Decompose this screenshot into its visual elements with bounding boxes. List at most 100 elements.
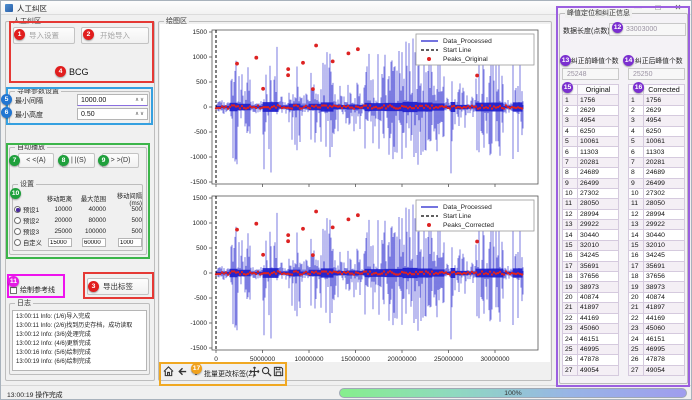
table-row[interactable]: 1228994 bbox=[563, 209, 619, 219]
preset-value: 100000 bbox=[72, 228, 106, 235]
min-height-input[interactable] bbox=[78, 111, 133, 118]
radio-icon[interactable] bbox=[14, 217, 21, 224]
preset-row[interactable]: 预设22000080000500 bbox=[14, 215, 142, 226]
table-row[interactable]: 2647878 bbox=[629, 355, 685, 365]
table-row[interactable]: 2244169 bbox=[563, 313, 619, 323]
radio-icon[interactable] bbox=[14, 228, 21, 235]
pause-button[interactable]: | |(S) bbox=[62, 153, 95, 168]
original-peaks-table[interactable]: Original11756226293495446250510061611303… bbox=[562, 84, 619, 376]
table-row[interactable]: 2647878 bbox=[563, 355, 619, 365]
table-row[interactable]: 1128050 bbox=[563, 199, 619, 209]
table-row[interactable]: 611303 bbox=[563, 147, 619, 157]
zoom-icon[interactable] bbox=[260, 365, 272, 378]
table-row[interactable]: 1329922 bbox=[629, 220, 685, 230]
table-row[interactable]: 11756 bbox=[563, 95, 619, 105]
table-row[interactable]: 510061 bbox=[629, 136, 685, 146]
preset-custom-input[interactable] bbox=[118, 238, 142, 247]
radio-icon[interactable] bbox=[14, 206, 21, 213]
table-row[interactable]: 1938973 bbox=[563, 282, 619, 292]
preset-row[interactable]: 自定义 bbox=[14, 237, 142, 248]
forward-icon[interactable] bbox=[189, 365, 201, 378]
table-row[interactable]: 1532010 bbox=[629, 240, 685, 250]
corrected-peaks-table[interactable]: Corrected1175622629349544625051006161130… bbox=[628, 84, 685, 376]
table-row[interactable]: 22629 bbox=[629, 105, 685, 115]
table-row[interactable]: 1027302 bbox=[629, 188, 685, 198]
table-row[interactable]: 1735691 bbox=[629, 261, 685, 271]
table-row[interactable]: 2141897 bbox=[629, 303, 685, 313]
table-row[interactable]: 611303 bbox=[629, 147, 685, 157]
reference-line-checkbox[interactable]: 绘制参考线 bbox=[10, 285, 55, 295]
back-icon[interactable] bbox=[176, 365, 188, 378]
preset-row[interactable]: 预设325000100000500 bbox=[14, 226, 142, 237]
import-settings-button[interactable]: 导入设置 bbox=[13, 27, 75, 44]
spinner-arrows-icon[interactable]: ∧∨ bbox=[133, 97, 147, 103]
table-row[interactable]: 824689 bbox=[629, 168, 685, 178]
export-labels-button[interactable]: 导出标签 bbox=[87, 278, 149, 295]
table-row[interactable]: 2446151 bbox=[629, 334, 685, 344]
spinner-arrows-icon[interactable]: ∧∨ bbox=[133, 111, 147, 117]
svg-text:30000000: 30000000 bbox=[481, 356, 510, 362]
preset-custom-input[interactable] bbox=[82, 238, 106, 247]
svg-text:1500: 1500 bbox=[193, 29, 208, 36]
svg-text:Start Line: Start Line bbox=[443, 47, 472, 54]
checkbox-icon[interactable] bbox=[10, 287, 17, 294]
table-row[interactable]: 2546995 bbox=[563, 344, 619, 354]
table-row[interactable]: 34954 bbox=[629, 116, 685, 126]
preset-row[interactable]: 预设11000040000500 bbox=[14, 204, 142, 215]
home-icon[interactable] bbox=[162, 365, 174, 378]
table-row[interactable]: 2040874 bbox=[563, 292, 619, 302]
table-row[interactable]: 510061 bbox=[563, 136, 619, 146]
table-row[interactable]: 2446151 bbox=[563, 334, 619, 344]
save-icon[interactable] bbox=[272, 365, 284, 378]
table-index-header bbox=[629, 85, 644, 95]
min-interval-spinbox[interactable]: ∧∨ bbox=[77, 94, 148, 106]
start-import-button[interactable]: 开始导入 bbox=[81, 27, 149, 44]
table-row[interactable]: 2749054 bbox=[629, 365, 685, 375]
table-row[interactable]: 2040874 bbox=[629, 292, 685, 302]
table-row[interactable]: 1430440 bbox=[629, 230, 685, 240]
table-row[interactable]: 720281 bbox=[563, 157, 619, 167]
table-row[interactable]: 1735691 bbox=[563, 261, 619, 271]
step-forward-button[interactable]: > >(D) bbox=[102, 153, 139, 168]
table-row[interactable]: 1329922 bbox=[563, 220, 619, 230]
table-row[interactable]: 1837656 bbox=[563, 272, 619, 282]
table-row[interactable]: 1634245 bbox=[629, 251, 685, 261]
table-row[interactable]: 1228994 bbox=[629, 209, 685, 219]
radio-icon[interactable] bbox=[14, 239, 21, 246]
table-row[interactable]: 1634245 bbox=[563, 251, 619, 261]
min-interval-input[interactable] bbox=[78, 97, 133, 104]
table-row[interactable]: 2546995 bbox=[629, 344, 685, 354]
preset-custom-input[interactable] bbox=[48, 238, 72, 247]
table-row[interactable]: 2345060 bbox=[563, 323, 619, 333]
table-row[interactable]: 1027302 bbox=[563, 188, 619, 198]
table-row[interactable]: 2749054 bbox=[563, 365, 619, 375]
min-height-spinbox[interactable]: ∧∨ bbox=[77, 108, 148, 120]
table-row[interactable]: 2244169 bbox=[629, 313, 685, 323]
table-row[interactable]: 1430440 bbox=[563, 230, 619, 240]
application-window: 人工纠区 — □ ✕ 人工纠区 导入设置 开始导入 BCG 寻峰参数设置 最小间… bbox=[0, 0, 692, 400]
svg-text:Data_Processed: Data_Processed bbox=[443, 204, 492, 211]
table-row[interactable]: 1128050 bbox=[629, 199, 685, 209]
table-row[interactable]: 11756 bbox=[629, 95, 685, 105]
table-value-header: Original bbox=[578, 85, 619, 95]
signal-figure[interactable]: -1500-1000-500050010001500Data_Processed… bbox=[160, 24, 550, 362]
table-row[interactable]: 926499 bbox=[563, 178, 619, 188]
table-row[interactable]: 1938973 bbox=[629, 282, 685, 292]
pan-icon[interactable] bbox=[248, 365, 260, 378]
table-row[interactable]: 720281 bbox=[629, 157, 685, 167]
table-row[interactable]: 824689 bbox=[563, 168, 619, 178]
table-row[interactable]: 34954 bbox=[563, 116, 619, 126]
table-row[interactable]: 46250 bbox=[629, 126, 685, 136]
table-row[interactable]: 1837656 bbox=[629, 272, 685, 282]
step-back-button[interactable]: < <(A) bbox=[18, 153, 54, 168]
table-row[interactable]: 46250 bbox=[563, 126, 619, 136]
log-entry: 13:00:11 Info: (1/6)导入完成 bbox=[16, 313, 143, 322]
table-row[interactable]: 22629 bbox=[563, 105, 619, 115]
svg-text:-500: -500 bbox=[194, 295, 207, 302]
table-row[interactable]: 1532010 bbox=[563, 240, 619, 250]
progress-bar: 100% bbox=[339, 388, 687, 398]
table-row[interactable]: 2345060 bbox=[629, 323, 685, 333]
table-row[interactable]: 926499 bbox=[629, 178, 685, 188]
table-row[interactable]: 2141897 bbox=[563, 303, 619, 313]
log-list[interactable]: 13:00:11 Info: (1/6)导入完成13:00:11 Info: (… bbox=[12, 310, 147, 371]
